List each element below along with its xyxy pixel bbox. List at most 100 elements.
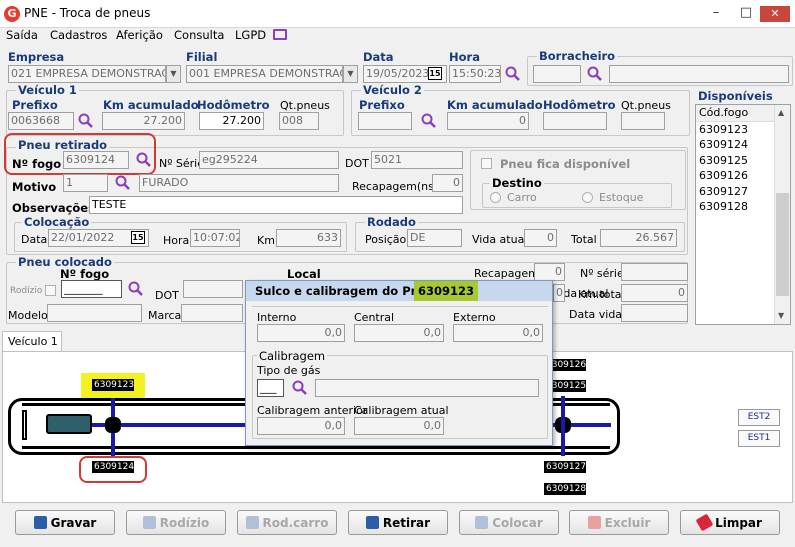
tipo-gas-code-field[interactable]: ___ (257, 379, 284, 397)
veiculo1-legend: Veículo 1 (16, 83, 79, 97)
chevron-down-icon[interactable]: ▼ (166, 65, 181, 83)
hodometro-field[interactable]: 27.200 (199, 112, 264, 130)
colocado-dot-label: DOT (155, 289, 179, 302)
gravar-button[interactable]: Gravar (15, 510, 115, 535)
calendar-icon[interactable]: 15 (131, 231, 145, 244)
chevron-down-icon[interactable]: ▼ (778, 311, 784, 320)
colocacao-legend: Colocação (22, 215, 92, 229)
central-label: Central (354, 311, 395, 324)
calendar-icon[interactable]: 15 (428, 67, 442, 80)
central-field[interactable]: 0,0 (354, 324, 444, 342)
qt-pneus-label: Qt.pneus (280, 99, 330, 112)
menu-consulta[interactable]: Consulta (174, 28, 224, 42)
hora-label: Hora (449, 50, 480, 64)
app-logo-icon: G (4, 6, 20, 22)
recapagem-label: Recapagem(ns) (352, 180, 439, 193)
colocado-nfogo-field[interactable]: _______ (61, 280, 122, 298)
motivo-code-field[interactable]: 1 (63, 174, 108, 192)
empresa-select[interactable]: 021 EMPRESA DEMONSTRAC (8, 65, 166, 83)
retirar-label: Retirar (382, 515, 431, 530)
excluir-button[interactable]: Excluir (569, 510, 669, 535)
colocacao-data-label: Data (21, 233, 48, 246)
fica-disponivel-checkbox[interactable] (481, 158, 492, 169)
cal-atual-label: Calibragem atual (354, 404, 449, 417)
tire-label-6309124[interactable]: 6309124 (92, 461, 134, 473)
window-title: PNE - Troca de pneus (24, 6, 151, 20)
local-label: Local (287, 267, 321, 281)
dialog-title: Sulco e calibragem do Pneu (255, 284, 435, 298)
search-icon[interactable] (421, 113, 437, 129)
chevron-up-icon[interactable]: ▲ (778, 108, 784, 117)
search-icon[interactable] (78, 113, 94, 129)
tire-label-6309123[interactable]: 6309123 (92, 379, 134, 391)
filial-select[interactable]: 001 EMPRESA DEMONSTRAC (186, 65, 343, 83)
cal-atual-field[interactable]: 0,0 (354, 417, 444, 435)
prefixo2-label: Prefixo (359, 98, 405, 112)
search-icon[interactable] (128, 281, 144, 297)
rodcarro-button[interactable]: Rod.carro (237, 510, 337, 535)
retirar-button[interactable]: Retirar (348, 510, 448, 535)
data-vida-label: Data vida (569, 308, 623, 321)
search-icon[interactable] (505, 66, 521, 82)
search-icon[interactable] (115, 175, 131, 191)
borracheiro-name-field (609, 65, 789, 83)
search-icon[interactable] (587, 66, 603, 82)
tab-veiculo1[interactable]: Veículo 1 (2, 331, 62, 352)
rodizio-checkbox[interactable] (45, 285, 56, 296)
tipo-gas-desc-field (315, 379, 539, 397)
borracheiro-code-field[interactable] (533, 65, 581, 83)
recapagem-field: 0 (432, 174, 463, 192)
hora-field[interactable]: 15:50:23 (449, 65, 501, 83)
disponiveis-list[interactable]: Cód.fogo 6309123 6309124 6309125 6309126… (695, 104, 791, 325)
menu-saida[interactable]: Saída (6, 28, 38, 42)
scrollbar-thumb[interactable] (776, 193, 789, 296)
dialog-tire-number: 6309123 (414, 281, 479, 301)
colocacao-hora-field: 10:07:02 (190, 229, 240, 247)
marca-field (181, 304, 243, 322)
excluir-label: Excluir (604, 515, 651, 530)
prefixo-field[interactable]: 0063668 (8, 112, 74, 130)
search-icon[interactable] (136, 152, 152, 168)
menu-lgpd[interactable]: LGPD (235, 28, 266, 42)
nfogo-field[interactable]: 6309124 (63, 151, 129, 169)
minimize-icon[interactable]: – (702, 6, 730, 22)
tire-label-6309127[interactable]: 6309127 (544, 461, 586, 473)
interno-field[interactable]: 0,0 (257, 324, 345, 342)
data-label: Data (363, 50, 394, 64)
carro-radio[interactable] (490, 192, 501, 203)
menu-afericao[interactable]: Aferição (116, 28, 163, 42)
maximize-icon[interactable]: □ (732, 6, 760, 22)
km-total-label: Km.total (578, 288, 625, 301)
total-label: Total (571, 233, 597, 246)
monitor-icon[interactable] (273, 29, 287, 40)
hodometro2-field[interactable] (543, 112, 607, 130)
close-button[interactable]: ✕ (760, 6, 790, 22)
fica-disponivel-label: Pneu fica disponível (500, 157, 631, 171)
observacoes-field[interactable]: TESTE (89, 196, 463, 214)
trash-icon (587, 516, 601, 529)
externo-field[interactable]: 0,0 (453, 324, 543, 342)
dot-field: 5021 (371, 151, 463, 169)
nserie-field: eg295224 (199, 151, 339, 169)
colocacao-km-field: 633 (276, 229, 341, 247)
tire-label-6309128[interactable]: 6309128 (544, 483, 586, 495)
chevron-down-icon[interactable]: ▼ (343, 65, 358, 83)
est2-button[interactable]: EST2 (738, 409, 780, 426)
vida-atual-field: 0 (524, 229, 557, 247)
sulco-calibragem-dialog: Sulco e calibragem do Pneu 6309123 Inter… (245, 280, 553, 446)
est1-button[interactable]: EST1 (738, 430, 780, 447)
scrollbar[interactable]: ▲ ▼ (774, 105, 790, 324)
colocar-button[interactable]: Colocar (459, 510, 559, 535)
estoque-radio[interactable] (582, 192, 593, 203)
limpar-button[interactable]: Limpar (680, 510, 780, 535)
calibragem-legend: Calibragem (257, 349, 328, 363)
km-acumulado-field: 27.200 (102, 112, 185, 130)
menu-cadastros[interactable]: Cadastros (50, 28, 107, 42)
search-icon[interactable] (292, 380, 308, 396)
prefixo2-field[interactable] (358, 112, 412, 130)
disponiveis-title: Disponíveis (698, 89, 773, 103)
colocado-recap-label: Recapagem (474, 267, 539, 280)
dialog-title-bar: Sulco e calibragem do Pneu 6309123 (246, 281, 552, 301)
rodizio-button[interactable]: Rodízio (126, 510, 226, 535)
dot-label: DOT (345, 157, 369, 170)
